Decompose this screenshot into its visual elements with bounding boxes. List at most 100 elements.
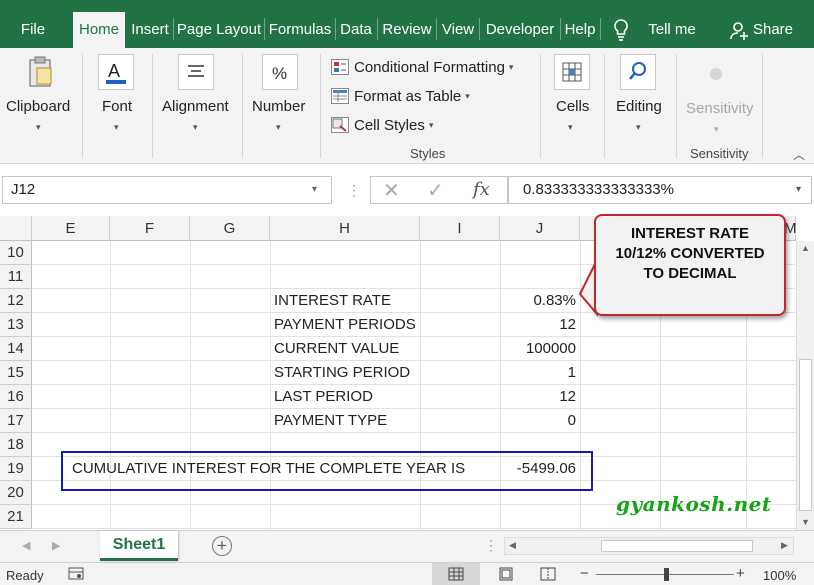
sheet-tab-bar: ◀ ▶ Sheet1 + ⋮ ◀ ▶ [0,530,814,562]
cell-j15[interactable]: 1 [500,361,580,385]
column-header-g[interactable]: G [190,216,270,241]
scroll-right-icon[interactable]: ▶ [781,540,788,551]
sensitivity-group: Sensitivity ▾ Sensitivity [680,48,760,164]
cancel-icon[interactable]: ✕ [383,178,400,203]
macro-record-icon[interactable] [68,567,84,584]
alignment-group[interactable]: Alignment ▾ [156,48,238,164]
tab-developer[interactable]: Developer [481,12,559,48]
status-ready: Ready [6,568,44,583]
cell-h12[interactable]: INTEREST RATE [270,289,500,313]
cell-j16[interactable]: 12 [500,385,580,409]
cell-h14[interactable]: CURRENT VALUE [270,337,500,361]
conditional-formatting-button[interactable]: Conditional Formatting ▾ [331,56,513,78]
cell-h17[interactable]: PAYMENT TYPE [270,409,500,433]
callout-line-3: TO DECIMAL [643,265,737,282]
tab-formulas[interactable]: Formulas [266,12,334,48]
normal-view-button[interactable] [432,563,480,585]
column-header-i[interactable]: I [420,216,500,241]
cell-j17[interactable]: 0 [500,409,580,433]
chevron-down-icon[interactable]: ▾ [312,184,317,195]
row-header[interactable]: 12 [0,289,32,313]
row-header[interactable]: 13 [0,313,32,337]
cells-grid-icon [554,54,590,90]
tab-home[interactable]: Home [73,12,125,48]
scroll-down-icon[interactable]: ▼ [801,517,810,527]
check-icon[interactable]: ✓ [427,178,444,203]
cell-styles-button[interactable]: Cell Styles ▾ [331,114,433,136]
horizontal-scrollbar[interactable]: ◀ ▶ [504,537,794,555]
clipboard-group[interactable]: Clipboard ▾ [0,48,80,164]
row-header[interactable]: 16 [0,385,32,409]
share-person-icon[interactable] [730,21,750,44]
share-button[interactable]: Share [750,12,796,48]
add-sheet-icon[interactable]: + [212,536,232,556]
column-header-h[interactable]: H [270,216,420,241]
cell-j13[interactable]: 12 [500,313,580,337]
editing-group[interactable]: Editing ▾ [608,48,674,164]
highlight-box [61,451,593,491]
format-as-table-button[interactable]: Format as Table ▾ [331,85,470,107]
row-header[interactable]: 19 [0,457,32,481]
column-header-j[interactable]: J [500,216,580,241]
name-box[interactable]: J12 [2,176,332,204]
formula-input[interactable]: 0.833333333333333% [508,176,812,204]
tab-help[interactable]: Help [562,12,598,48]
cell-h13[interactable]: PAYMENT PERIODS [270,313,500,337]
font-group[interactable]: A Font ▾ [84,48,150,164]
tab-file[interactable]: File [10,12,56,48]
group-divider [320,54,321,158]
zoom-in-icon[interactable]: + [736,565,745,582]
row-header[interactable]: 14 [0,337,32,361]
vertical-dots-icon: ⋮ [484,537,498,553]
collapse-ribbon-icon[interactable]: ︿ [793,146,805,163]
cell-j12[interactable]: 0.83% [500,289,580,313]
font-label: Font [102,98,133,115]
scroll-up-icon[interactable]: ▲ [801,243,810,253]
lightbulb-icon[interactable] [612,18,630,45]
expand-formula-bar-icon[interactable]: ▾ [796,184,801,195]
scroll-tabs-left-icon[interactable]: ◀ [22,539,30,552]
select-all-corner[interactable] [0,216,32,241]
scroll-left-icon[interactable]: ◀ [509,540,516,551]
cell-h16[interactable]: LAST PERIOD [270,385,500,409]
tab-insert[interactable]: Insert [128,12,172,48]
column-header-f[interactable]: F [110,216,190,241]
row-header[interactable]: 15 [0,361,32,385]
ribbon-tab-bar: File Home Insert Page Layout Formulas Da… [0,0,814,48]
vertical-scroll-thumb[interactable] [799,359,812,511]
row-header[interactable]: 21 [0,505,32,529]
number-group[interactable]: % Number ▾ [246,48,316,164]
sheet-tab-sheet1[interactable]: Sheet1 [100,531,178,561]
page-break-preview-icon[interactable] [540,567,556,584]
row-header[interactable]: 18 [0,433,32,457]
tab-separator [335,18,336,40]
row-header[interactable]: 17 [0,409,32,433]
cells-group[interactable]: Cells ▾ [544,48,602,164]
chevron-down-icon: ▾ [714,124,719,134]
insert-function-icon[interactable]: fx [473,179,490,200]
tab-view[interactable]: View [438,12,478,48]
tell-me-search[interactable]: Tell me [640,12,704,48]
tab-data[interactable]: Data [337,12,375,48]
percent-icon: % [262,54,298,90]
cell-h15[interactable]: STARTING PERIOD [270,361,500,385]
vertical-scrollbar[interactable]: ▲ ▼ [796,241,814,530]
zoom-level[interactable]: 100% [763,568,796,583]
row-header[interactable]: 11 [0,265,32,289]
column-header-e[interactable]: E [32,216,110,241]
scroll-tabs-right-icon[interactable]: ▶ [52,539,60,552]
cell-j14[interactable]: 100000 [500,337,580,361]
row-header[interactable]: 20 [0,481,32,505]
clipboard-icon [22,54,58,90]
page-layout-view-icon[interactable] [498,567,514,584]
row-header[interactable]: 10 [0,241,32,265]
tab-page-layout[interactable]: Page Layout [175,12,263,48]
horizontal-scroll-thumb[interactable] [601,540,753,552]
formula-bar: J12 ▾ ⋮ ✕ ✓ fx 0.833333333333333% ▾ [0,164,814,216]
zoom-out-icon[interactable]: − [580,565,589,582]
format-as-table-icon [331,88,349,104]
zoom-slider-thumb[interactable] [664,568,669,581]
editing-label: Editing [616,98,662,115]
tab-review[interactable]: Review [379,12,435,48]
sensitivity-group-label: Sensitivity [690,146,749,161]
